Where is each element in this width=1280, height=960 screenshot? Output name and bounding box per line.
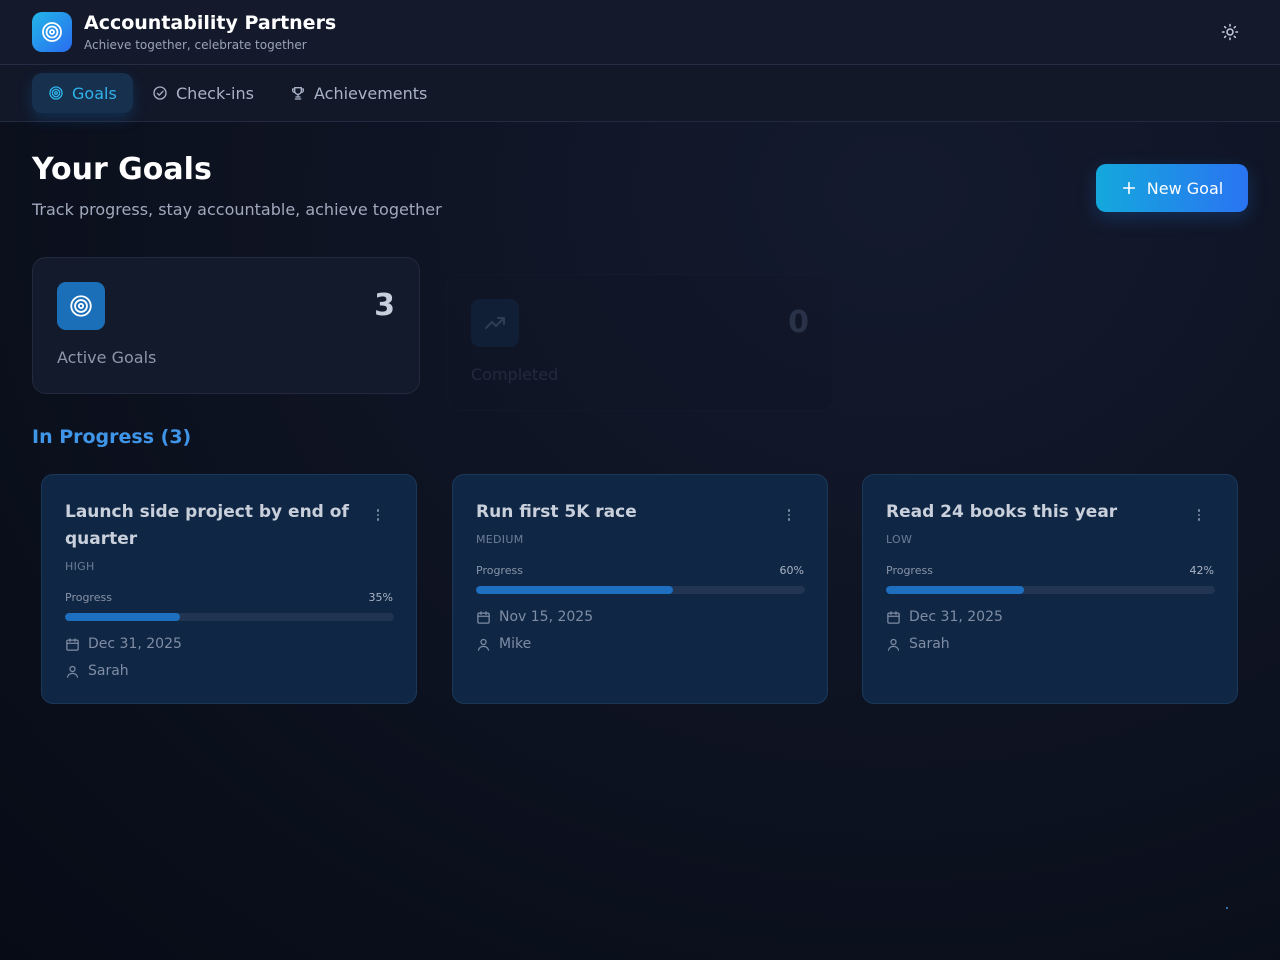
stat-value: 3 bbox=[374, 288, 395, 323]
user-icon bbox=[66, 665, 79, 678]
due-date: Dec 31, 2025 bbox=[65, 636, 182, 652]
partner-name: Sarah bbox=[88, 663, 129, 679]
calendar-icon bbox=[66, 637, 79, 651]
progress-fill bbox=[65, 613, 181, 621]
progress-bar bbox=[886, 586, 1215, 594]
tab-label: Goals bbox=[72, 83, 117, 103]
partner: Sarah bbox=[65, 663, 129, 679]
calendar-icon bbox=[887, 610, 900, 624]
tab-label: Check-ins bbox=[176, 83, 254, 103]
progress-fill bbox=[886, 586, 1025, 594]
stat-label: Completed bbox=[471, 365, 559, 384]
calendar-icon bbox=[477, 610, 490, 624]
status-dot bbox=[1226, 907, 1228, 909]
priority-badge: MEDIUM bbox=[476, 533, 524, 546]
app-header: Accountability Partners Achieve together… bbox=[0, 0, 1280, 65]
progress-percent: 35% bbox=[368, 591, 393, 604]
due-date-text: Dec 31, 2025 bbox=[909, 609, 1003, 625]
stat-label: Active Goals bbox=[57, 348, 157, 367]
due-date-text: Nov 15, 2025 bbox=[499, 609, 594, 625]
tab-achievements[interactable]: Achievements bbox=[274, 73, 443, 113]
priority-badge: HIGH bbox=[65, 560, 95, 573]
sun-icon bbox=[1221, 23, 1239, 41]
app-subtitle: Achieve together, celebrate together bbox=[84, 38, 307, 52]
stat-card-active-goals: 3 Active Goals bbox=[32, 257, 420, 394]
page-title: Your Goals bbox=[32, 152, 212, 187]
partner-name: Sarah bbox=[909, 636, 950, 652]
progress-percent: 60% bbox=[779, 564, 804, 577]
tab-check-ins[interactable]: Check-ins bbox=[136, 73, 270, 113]
priority-badge: LOW bbox=[886, 533, 913, 546]
theme-toggle-button[interactable] bbox=[1216, 18, 1244, 46]
goal-card[interactable]: Read 24 books this year LOW Progress 42%… bbox=[862, 474, 1238, 704]
stat-card-completed: 0 Completed bbox=[446, 274, 834, 411]
more-options-icon[interactable] bbox=[781, 505, 797, 525]
goal-card[interactable]: Launch side project by end of quarter HI… bbox=[41, 474, 417, 704]
user-icon bbox=[477, 638, 490, 651]
trophy-icon bbox=[292, 87, 304, 100]
progress-fill bbox=[476, 586, 674, 594]
goal-title: Run first 5K race bbox=[476, 502, 637, 522]
target-icon bbox=[57, 282, 105, 330]
partner: Mike bbox=[476, 636, 531, 652]
tab-goals[interactable]: Goals bbox=[32, 73, 133, 113]
progress-bar bbox=[65, 613, 394, 621]
check-circle-icon bbox=[153, 86, 167, 100]
new-goal-button[interactable]: New Goal bbox=[1096, 164, 1248, 212]
plus-icon bbox=[1122, 181, 1135, 195]
tab-bar: Goals Check-ins Achievements bbox=[0, 65, 1280, 122]
progress-bar bbox=[476, 586, 805, 594]
goal-card[interactable]: Run first 5K race MEDIUM Progress 60% No… bbox=[452, 474, 828, 704]
new-goal-label: New Goal bbox=[1146, 178, 1224, 198]
partner-name: Mike bbox=[499, 636, 532, 652]
tab-label: Achievements bbox=[314, 83, 428, 103]
more-options-icon[interactable] bbox=[370, 505, 386, 525]
section-title-in-progress: In Progress (3) bbox=[32, 426, 192, 448]
page-subtitle: Track progress, stay accountable, achiev… bbox=[32, 200, 442, 219]
trending-up-icon bbox=[471, 299, 519, 347]
partner: Sarah bbox=[886, 636, 950, 652]
due-date: Nov 15, 2025 bbox=[476, 609, 593, 625]
target-icon bbox=[32, 12, 72, 52]
target-icon bbox=[49, 86, 63, 100]
progress-label: Progress bbox=[65, 591, 112, 604]
progress-label: Progress bbox=[476, 564, 523, 577]
due-date-text: Dec 31, 2025 bbox=[88, 636, 182, 652]
due-date: Dec 31, 2025 bbox=[886, 609, 1003, 625]
goal-title: Launch side project by end of quarter bbox=[65, 502, 349, 549]
user-icon bbox=[887, 638, 900, 651]
more-options-icon[interactable] bbox=[1191, 505, 1207, 525]
stat-value: 0 bbox=[788, 305, 809, 340]
progress-percent: 42% bbox=[1189, 564, 1214, 577]
progress-label: Progress bbox=[886, 564, 933, 577]
goal-title: Read 24 books this year bbox=[886, 502, 1118, 522]
app-title: Accountability Partners bbox=[84, 12, 337, 34]
